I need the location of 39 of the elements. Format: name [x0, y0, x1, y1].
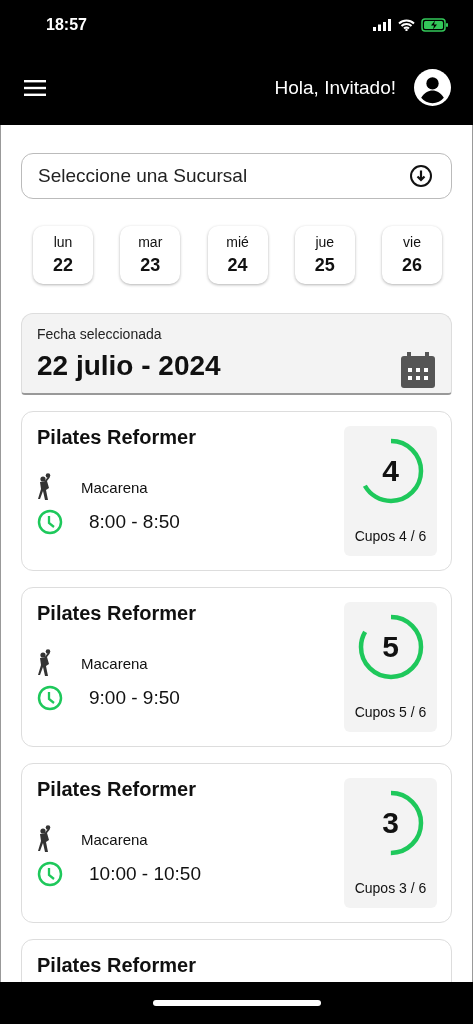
branch-dropdown[interactable]: Seleccione una Sucursal — [21, 153, 452, 199]
class-time: 8:00 - 8:50 — [89, 511, 180, 533]
day-button[interactable]: mié 24 — [207, 226, 268, 284]
class-title: Pilates Reformer — [37, 778, 197, 801]
class-title: Pilates Reformer — [37, 426, 197, 449]
capacity-text: Cupos 5 / 6 — [354, 704, 427, 720]
class-title: Pilates Reformer — [37, 954, 197, 977]
user-avatar-icon — [414, 69, 451, 106]
class-card[interactable]: Pilates Reformer Macarena 8:00 - 8:50 4 Cupos 4 / 6 — [21, 411, 452, 571]
day-button[interactable]: vie 26 — [382, 226, 442, 284]
profile-button[interactable] — [414, 69, 451, 106]
clock-icon — [37, 861, 63, 887]
instructor-name: Macarena — [81, 654, 148, 672]
menu-icon — [24, 79, 46, 96]
capacity-text: Cupos 3 / 6 — [354, 880, 427, 896]
date-field[interactable]: Fecha seleccionada 22 julio - 2024 — [21, 313, 452, 395]
clock-icon — [37, 685, 63, 711]
booked-count: 5 — [381, 629, 400, 665]
status-time: 18:57 — [46, 16, 87, 34]
class-time: 9:00 - 9:50 — [89, 687, 180, 709]
day-button[interactable]: mar 23 — [120, 226, 181, 284]
signal-icon — [373, 19, 392, 31]
day-button[interactable]: jue 25 — [294, 226, 355, 284]
capacity-text: Cupos 4 / 6 — [354, 528, 427, 544]
greeting-text: Hola, Invitado! — [274, 76, 396, 99]
instructor-name: Macarena — [81, 830, 148, 848]
menu-button[interactable] — [24, 79, 46, 96]
class-time: 10:00 - 10:50 — [89, 863, 201, 885]
clock-icon — [37, 509, 63, 535]
booked-count: 3 — [381, 805, 400, 841]
battery-icon — [421, 18, 449, 32]
class-card[interactable]: Pilates Reformer Macarena 10:00 - 10:50 3 Cupos 3 / 6 — [21, 763, 452, 923]
class-card[interactable]: Pilates Reformer Macarena 9:00 - 9:50 5 Cupos 5 / 6 — [21, 587, 452, 747]
day-button[interactable]: lun 22 — [33, 226, 93, 284]
booked-count: 4 — [381, 453, 400, 489]
wifi-icon — [398, 19, 415, 31]
calendar-icon — [401, 352, 435, 388]
class-title: Pilates Reformer — [37, 602, 197, 625]
instructor-name: Macarena — [81, 478, 148, 496]
